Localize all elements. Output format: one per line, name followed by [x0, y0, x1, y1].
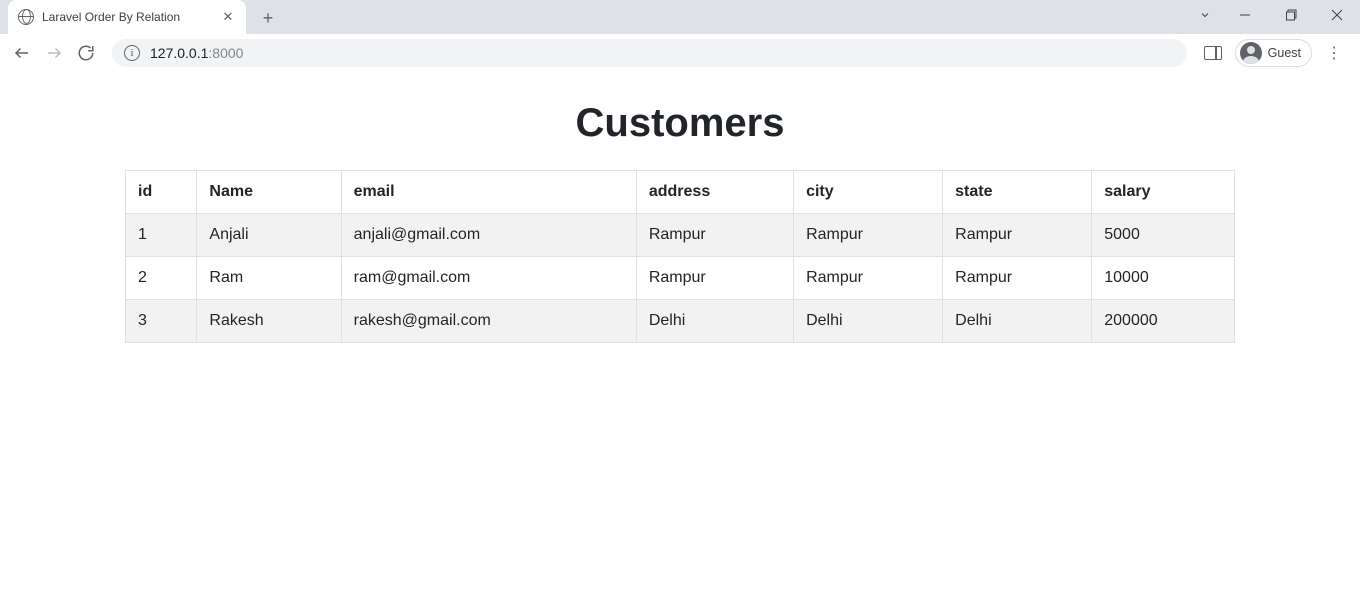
site-info-icon[interactable]: i [124, 45, 140, 61]
table-row: 2 Ram ram@gmail.com Rampur Rampur Rampur… [126, 257, 1235, 300]
col-name: Name [197, 171, 341, 214]
col-address: address [636, 171, 793, 214]
cell-address: Rampur [636, 214, 793, 257]
table-row: 1 Anjali anjali@gmail.com Rampur Rampur … [126, 214, 1235, 257]
page-title: Customers [125, 101, 1235, 146]
cell-state: Rampur [943, 214, 1092, 257]
col-state: state [943, 171, 1092, 214]
side-panel-button[interactable] [1199, 39, 1227, 67]
address-bar[interactable]: i 127.0.0.1:8000 [112, 39, 1187, 67]
cell-name: Rakesh [197, 300, 341, 343]
cell-id: 1 [126, 214, 197, 257]
cell-city: Rampur [794, 257, 943, 300]
cell-name: Ram [197, 257, 341, 300]
toolbar-right: Guest ⋮ [1199, 39, 1352, 67]
avatar-icon [1240, 42, 1262, 64]
window-controls [1188, 0, 1360, 30]
close-tab-icon[interactable]: ✕ [220, 9, 236, 25]
cell-salary: 200000 [1092, 300, 1235, 343]
cell-city: Delhi [794, 300, 943, 343]
cell-state: Rampur [943, 257, 1092, 300]
tab-search-button[interactable] [1188, 0, 1222, 30]
cell-address: Delhi [636, 300, 793, 343]
cell-email: rakesh@gmail.com [341, 300, 636, 343]
cell-city: Rampur [794, 214, 943, 257]
cell-address: Rampur [636, 257, 793, 300]
back-button[interactable] [8, 39, 36, 67]
col-city: city [794, 171, 943, 214]
profile-label: Guest [1268, 46, 1301, 60]
panel-icon [1204, 46, 1222, 60]
cell-email: anjali@gmail.com [341, 214, 636, 257]
close-window-button[interactable] [1314, 0, 1360, 30]
col-email: email [341, 171, 636, 214]
browser-chrome: Laravel Order By Relation ✕ + [0, 0, 1360, 71]
col-salary: salary [1092, 171, 1235, 214]
table-header-row: id Name email address city state salary [126, 171, 1235, 214]
tab-title: Laravel Order By Relation [42, 10, 212, 24]
reload-button[interactable] [72, 39, 100, 67]
cell-email: ram@gmail.com [341, 257, 636, 300]
cell-salary: 10000 [1092, 257, 1235, 300]
maximize-button[interactable] [1268, 0, 1314, 30]
cell-id: 3 [126, 300, 197, 343]
browser-menu-button[interactable]: ⋮ [1320, 39, 1348, 67]
cell-name: Anjali [197, 214, 341, 257]
profile-button[interactable]: Guest [1235, 39, 1312, 67]
forward-button[interactable] [40, 39, 68, 67]
minimize-button[interactable] [1222, 0, 1268, 30]
globe-icon [18, 9, 34, 25]
url-text: 127.0.0.1:8000 [150, 45, 243, 61]
col-id: id [126, 171, 197, 214]
tab-strip: Laravel Order By Relation ✕ + [0, 0, 1360, 34]
table-row: 3 Rakesh rakesh@gmail.com Delhi Delhi De… [126, 300, 1235, 343]
cell-salary: 5000 [1092, 214, 1235, 257]
cell-id: 2 [126, 257, 197, 300]
browser-toolbar: i 127.0.0.1:8000 Guest ⋮ [0, 34, 1360, 71]
browser-tab[interactable]: Laravel Order By Relation ✕ [8, 0, 246, 34]
page-content: Customers id Name email address city sta… [0, 71, 1360, 343]
new-tab-button[interactable]: + [254, 4, 282, 32]
cell-state: Delhi [943, 300, 1092, 343]
customers-table: id Name email address city state salary … [125, 170, 1235, 343]
